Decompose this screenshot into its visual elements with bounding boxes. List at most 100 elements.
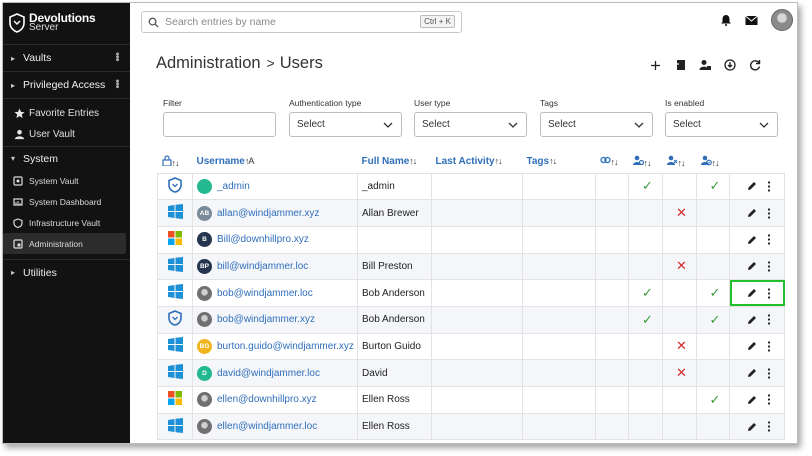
username-link[interactable]: Bill@downhillpro.xyz — [217, 234, 309, 245]
tags-column-header[interactable]: Tags↑↓ — [523, 151, 596, 173]
username-cell[interactable]: Ddavid@windjammer.loc — [192, 359, 358, 387]
username-cell[interactable]: _admin — [192, 172, 358, 201]
edit-icon[interactable] — [747, 422, 757, 432]
full-name-column-header[interactable]: Full Name↑↓ — [358, 151, 432, 173]
username-link[interactable]: allan@windjammer.xyz — [217, 208, 319, 219]
sidebar-section-privileged-access[interactable]: ▸ Privileged Access ••• — [3, 71, 130, 98]
username-cell[interactable]: bob@windjammer.loc — [192, 279, 358, 307]
sidebar-item-administration[interactable]: Administration — [3, 233, 126, 254]
breadcrumb-separator: > — [266, 55, 275, 71]
kebab-menu-icon[interactable] — [767, 287, 771, 299]
kebab-menu-icon[interactable]: ••• — [111, 52, 123, 61]
table-row[interactable]: ellen@downhillpro.xyz Ellen Ross ✓ — [157, 386, 785, 414]
row-actions-cell — [729, 359, 785, 387]
bell-icon[interactable] — [720, 14, 732, 26]
kebab-menu-icon[interactable] — [767, 261, 771, 272]
sidebar-section-vaults[interactable]: ▸ Vaults ••• — [3, 44, 130, 71]
user-type-select[interactable]: Select — [414, 112, 527, 137]
link-cell — [595, 172, 629, 201]
tags-cell — [522, 359, 596, 387]
table-header: ↑↓ Username↑A Full Name↑↓ Last Activity↑… — [158, 151, 785, 173]
username-link[interactable]: burton.guido@windjammer.xyz — [217, 341, 354, 352]
kebab-menu-icon[interactable] — [767, 314, 771, 325]
edit-icon[interactable] — [747, 315, 757, 325]
link-column-header[interactable]: ↑↓ — [596, 151, 629, 173]
import-icon[interactable] — [674, 59, 686, 71]
username-column-header[interactable]: Username↑A — [193, 151, 358, 173]
download-icon[interactable] — [724, 59, 736, 71]
username-link[interactable]: ellen@windjammer.loc — [217, 421, 317, 432]
last-activity-column-header[interactable]: Last Activity↑↓ — [432, 151, 523, 173]
table-row[interactable]: bob@windjammer.loc Bob Anderson ✓ ✓ — [157, 279, 785, 307]
edit-icon[interactable] — [747, 368, 757, 378]
sort-icon: ↑↓ — [549, 156, 557, 167]
sidebar-item-favorite-entries[interactable]: Favorite Entries — [3, 103, 130, 124]
user-lock-icon[interactable] — [699, 59, 711, 71]
table-row[interactable]: AB allan@windjammer.xyz Allan Brewer ✕ — [157, 199, 785, 227]
edit-icon[interactable] — [747, 181, 757, 191]
kebab-menu-icon[interactable] — [767, 341, 771, 352]
filter-label: Authentication type — [289, 98, 362, 108]
edit-icon[interactable] — [747, 261, 757, 271]
username-link[interactable]: bob@windjammer.xyz — [217, 314, 315, 325]
username-link[interactable]: bob@windjammer.loc — [217, 288, 313, 299]
tags-cell — [522, 279, 596, 307]
username-cell[interactable]: B Bill@downhillpro.xyz — [192, 225, 358, 254]
table-row[interactable]: B Bill@downhillpro.xyz — [157, 225, 785, 254]
username-link[interactable]: bill@windjammer.loc — [217, 261, 308, 272]
username-cell[interactable]: bob@windjammer.xyz — [192, 305, 358, 334]
edit-icon[interactable] — [747, 341, 757, 351]
edit-icon[interactable] — [747, 395, 757, 405]
sidebar-section-system[interactable]: ▾ System — [3, 146, 130, 170]
tags-select[interactable]: Select — [540, 112, 653, 137]
username-cell[interactable]: AB allan@windjammer.xyz — [192, 199, 358, 227]
add-icon[interactable] — [649, 59, 661, 71]
kebab-menu-icon[interactable] — [767, 207, 771, 219]
auth-type-column-header[interactable]: ↑↓ — [158, 151, 193, 173]
tags-cell — [522, 172, 596, 201]
username-cell[interactable]: ellen@downhillpro.xyz — [192, 386, 358, 414]
user-settings-column-header[interactable]: ↑↓ — [629, 151, 663, 173]
sidebar-section-utilities[interactable]: ▸ Utilities — [3, 259, 130, 285]
kebab-menu-icon[interactable] — [767, 234, 771, 245]
full-name-cell: Ellen Ross — [357, 386, 432, 414]
user-disabled-column-header[interactable]: ↑↓ — [663, 151, 697, 173]
mail-icon[interactable] — [745, 15, 758, 26]
sidebar-item-system-vault[interactable]: System Vault — [3, 170, 130, 191]
table-row[interactable]: Ddavid@windjammer.loc David ✕ — [157, 359, 785, 387]
kebab-menu-icon[interactable] — [767, 421, 771, 432]
table-row[interactable]: BG burton.guido@windjammer.xyz Burton Guid… — [157, 332, 785, 361]
edit-icon[interactable] — [747, 208, 757, 218]
kebab-menu-icon[interactable]: ••• — [111, 79, 123, 88]
sidebar-item-system-dashboard[interactable]: System Dashboard — [3, 191, 130, 212]
sort-asc-icon: ↑A — [244, 156, 254, 167]
username-link[interactable]: david@windjammer.loc — [217, 368, 320, 379]
breadcrumb-section[interactable]: Administration — [156, 54, 261, 72]
sidebar-item-infrastructure-vault[interactable]: Infrastructure Vault — [3, 212, 130, 233]
filter-input[interactable] — [163, 112, 276, 137]
edit-icon[interactable] — [747, 235, 757, 245]
edit-icon[interactable] — [747, 288, 757, 298]
user-avatar[interactable] — [771, 9, 793, 31]
search-input[interactable]: Search entries by name — [165, 16, 276, 28]
authentication-type-select[interactable]: Select — [289, 112, 402, 137]
kebab-menu-icon[interactable] — [767, 368, 771, 379]
search-box[interactable]: Search entries by name Ctrl + K — [141, 11, 462, 33]
is-enabled-select[interactable]: Select — [665, 112, 778, 137]
kebab-menu-icon[interactable] — [767, 394, 771, 405]
sidebar-item-user-vault[interactable]: User Vault — [3, 124, 130, 145]
username-cell[interactable]: ellen@windjammer.loc — [192, 412, 358, 441]
table-row[interactable]: ellen@windjammer.loc Ellen Ross — [157, 412, 785, 441]
kebab-menu-icon[interactable] — [767, 181, 771, 192]
table-row[interactable]: _admin _admin ✓ ✓ — [157, 172, 785, 201]
username-link[interactable]: _admin — [217, 181, 250, 192]
refresh-icon[interactable] — [749, 59, 761, 71]
username-cell[interactable]: BG burton.guido@windjammer.xyz — [192, 332, 358, 361]
username-link[interactable]: ellen@downhillpro.xyz — [217, 394, 317, 405]
user-admin-column-header[interactable]: ↑↓ — [697, 151, 730, 173]
username-cell[interactable]: BP bill@windjammer.loc — [192, 252, 358, 281]
table-row[interactable]: bob@windjammer.xyz Bob Anderson ✓ ✓ — [157, 305, 785, 334]
table-row[interactable]: BP bill@windjammer.loc Bill Preston ✕ — [157, 252, 785, 281]
logo[interactable]: Devolutions Server — [3, 3, 130, 43]
sidebar-item-label: Infrastructure Vault — [29, 217, 101, 228]
